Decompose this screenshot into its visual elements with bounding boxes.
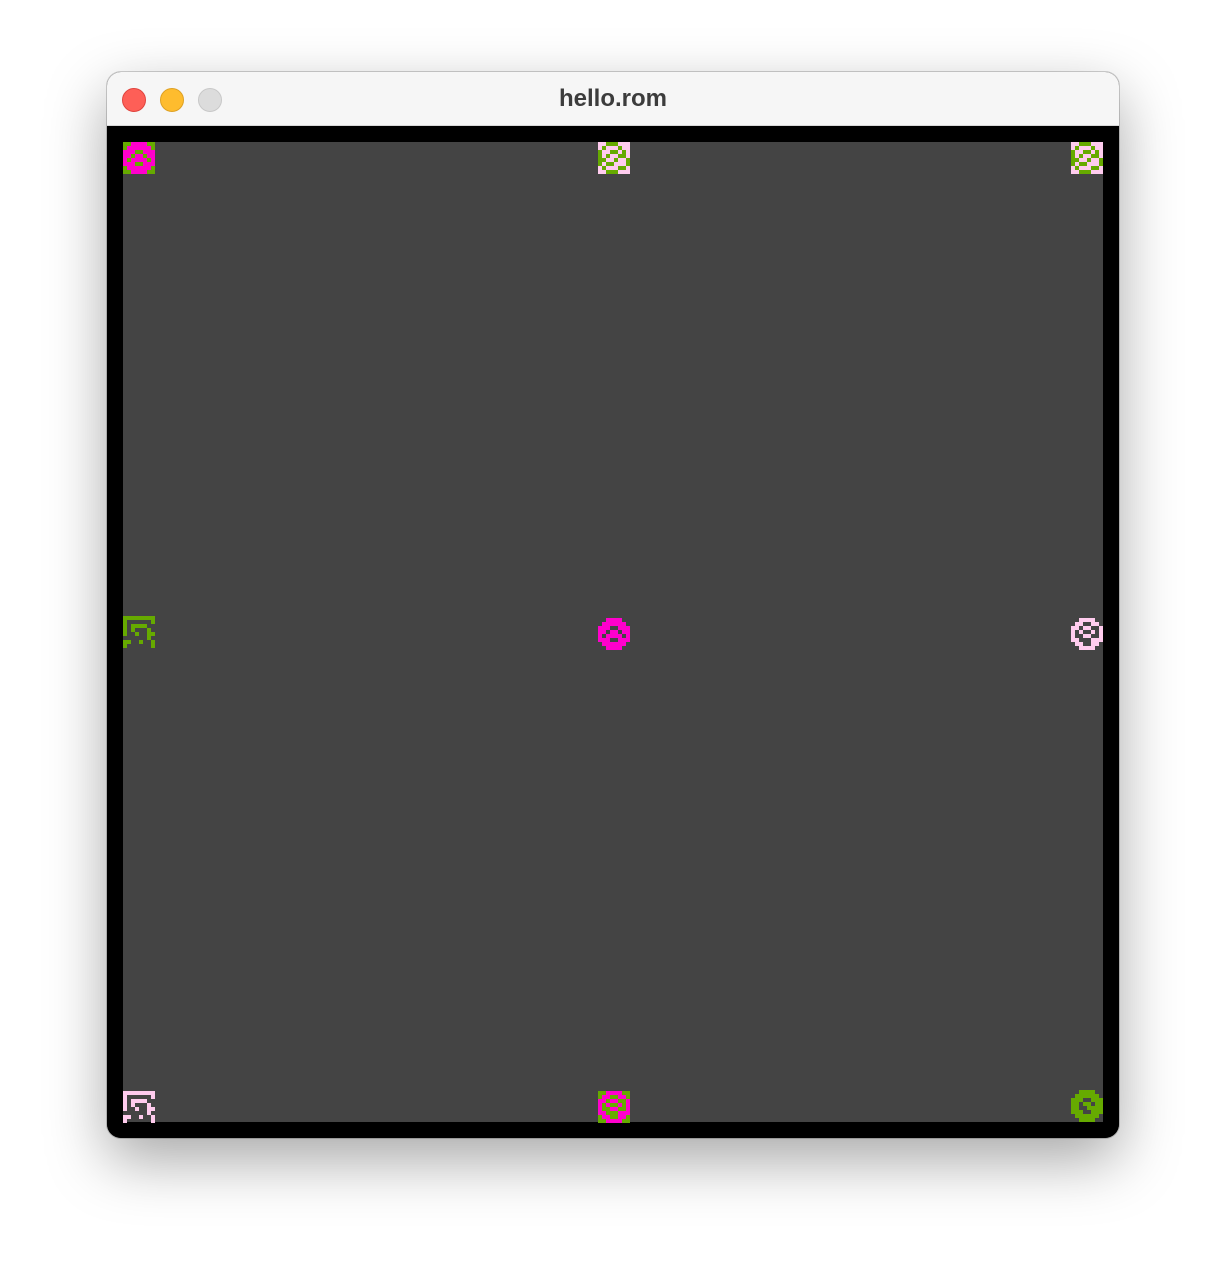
sprite-bottom-center-icon [598,1091,630,1123]
sprite-middle-left-icon [123,616,155,648]
screen-border [107,126,1119,1138]
sprite-middle-left [123,616,155,648]
sprite-bottom-right [1071,1090,1103,1122]
sprite-top-left [123,142,155,174]
sprite-center [598,618,630,650]
sprite-top-center-icon [598,142,630,174]
sprite-bottom-left [123,1091,155,1123]
sprite-top-right [1071,142,1103,174]
sprite-top-center [598,142,630,174]
sprite-middle-right [1071,618,1103,650]
emulator-screen[interactable] [123,142,1103,1123]
sprite-top-left-icon [123,142,155,174]
sprite-bottom-left-icon [123,1091,155,1123]
sprite-top-right-icon [1071,142,1103,174]
emulator-window: hello.rom [107,72,1119,1138]
sprite-bottom-center [598,1091,630,1123]
sprite-center-icon [598,618,630,650]
sprite-bottom-right-icon [1071,1090,1103,1122]
title-bar[interactable]: hello.rom [107,72,1119,126]
window-title: hello.rom [558,85,667,112]
sprite-middle-right-icon [1071,618,1103,650]
